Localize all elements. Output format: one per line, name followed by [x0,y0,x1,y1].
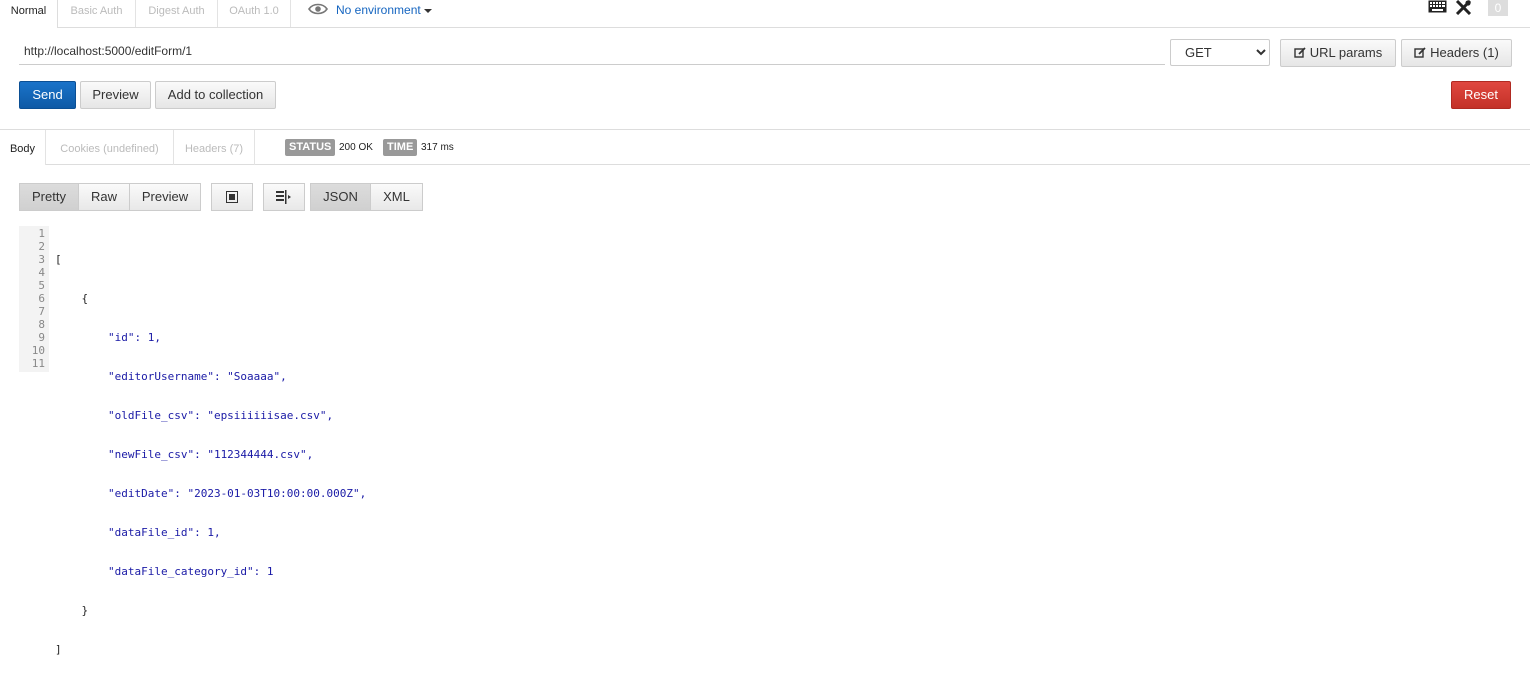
status-label: STATUS [285,139,336,156]
line-number: 2 [38,240,45,253]
response-tab-bar: Body Cookies (undefined) Headers (7) [0,129,1530,165]
code-line: } [55,604,89,617]
tab-oauth[interactable]: OAuth 1.0 [218,0,291,27]
preview-button[interactable]: Preview [80,81,151,109]
view-raw-button[interactable]: Raw [78,183,130,211]
headers-label: Headers (1) [1430,45,1499,60]
url-params-button[interactable]: URL params [1280,39,1396,67]
tab-body[interactable]: Body [0,130,46,165]
line-number: 11 [31,357,45,370]
add-to-collection-button[interactable]: Add to collection [155,81,276,109]
environment-selector[interactable]: No environment [308,0,432,22]
headers-button[interactable]: Headers (1) [1401,39,1512,67]
line-number: 1 [38,227,45,240]
edit-icon [1294,47,1306,58]
tools-icon[interactable] [1455,0,1472,18]
time-value: 317 ms [421,142,454,153]
eye-icon [308,1,328,21]
auth-tab-bar: Normal Basic Auth Digest Auth OAuth 1.0 … [0,0,1530,28]
line-number: 4 [38,266,45,279]
format-json-button[interactable]: JSON [310,183,371,211]
reset-button[interactable]: Reset [1451,81,1511,109]
url-params-label: URL params [1309,45,1383,60]
environment-label: No environment [336,3,421,17]
fullscreen-button[interactable] [211,183,253,211]
tab-basic-auth[interactable]: Basic Auth [58,0,136,27]
code-line: "oldFile_csv": "epsiiiiiisae.csv", [55,409,334,422]
time-label: TIME [383,139,418,156]
line-number: 5 [38,279,45,292]
view-pretty-button[interactable]: Pretty [19,183,79,211]
code-line: { [55,292,89,305]
status-value: 200 OK [339,142,373,153]
chevron-down-icon [423,8,432,13]
line-number: 8 [38,318,45,331]
keyboard-icon[interactable] [1428,0,1447,16]
code-line: "dataFile_id": 1, [55,526,221,539]
code-lines: [ { "id": 1, "editorUsername": "Soaaaa",… [55,227,366,682]
notification-badge[interactable]: 0 [1488,0,1508,16]
wrap-toggle-button[interactable] [263,183,305,211]
tab-normal[interactable]: Normal [0,0,58,28]
tab-cookies[interactable]: Cookies (undefined) [46,130,174,165]
format-xml-button[interactable]: XML [370,183,423,211]
view-preview-button[interactable]: Preview [129,183,201,211]
edit-icon [1414,47,1426,58]
code-line: "newFile_csv": "112344444.csv", [55,448,314,461]
line-number: 9 [38,331,45,344]
line-number: 7 [38,305,45,318]
line-number-gutter: 1 2 3 4 5 6 7 8 9 10 11 [19,226,49,372]
line-number: 6 [38,292,45,305]
method-select[interactable]: GET [1170,39,1270,66]
tab-headers[interactable]: Headers (7) [174,130,255,165]
line-number: 10 [31,344,45,357]
send-button[interactable]: Send [19,81,76,109]
code-line: "editDate": "2023-01-03T10:00:00.000Z", [55,487,367,500]
code-line: "editorUsername": "Soaaaa", [55,370,287,383]
wrap-lines-icon [276,190,291,204]
expand-icon [226,191,238,203]
code-line: "id": 1, [55,331,161,344]
response-body[interactable]: 1 2 3 4 5 6 7 8 9 10 11 [ { "id": 1, "ed… [19,226,1529,656]
tab-digest-auth[interactable]: Digest Auth [136,0,218,27]
code-line: [ [55,253,62,266]
line-number: 3 [38,253,45,266]
code-line: ] [55,643,62,656]
code-line: "dataFile_category_id": 1 [55,565,274,578]
url-input[interactable] [19,38,1165,65]
